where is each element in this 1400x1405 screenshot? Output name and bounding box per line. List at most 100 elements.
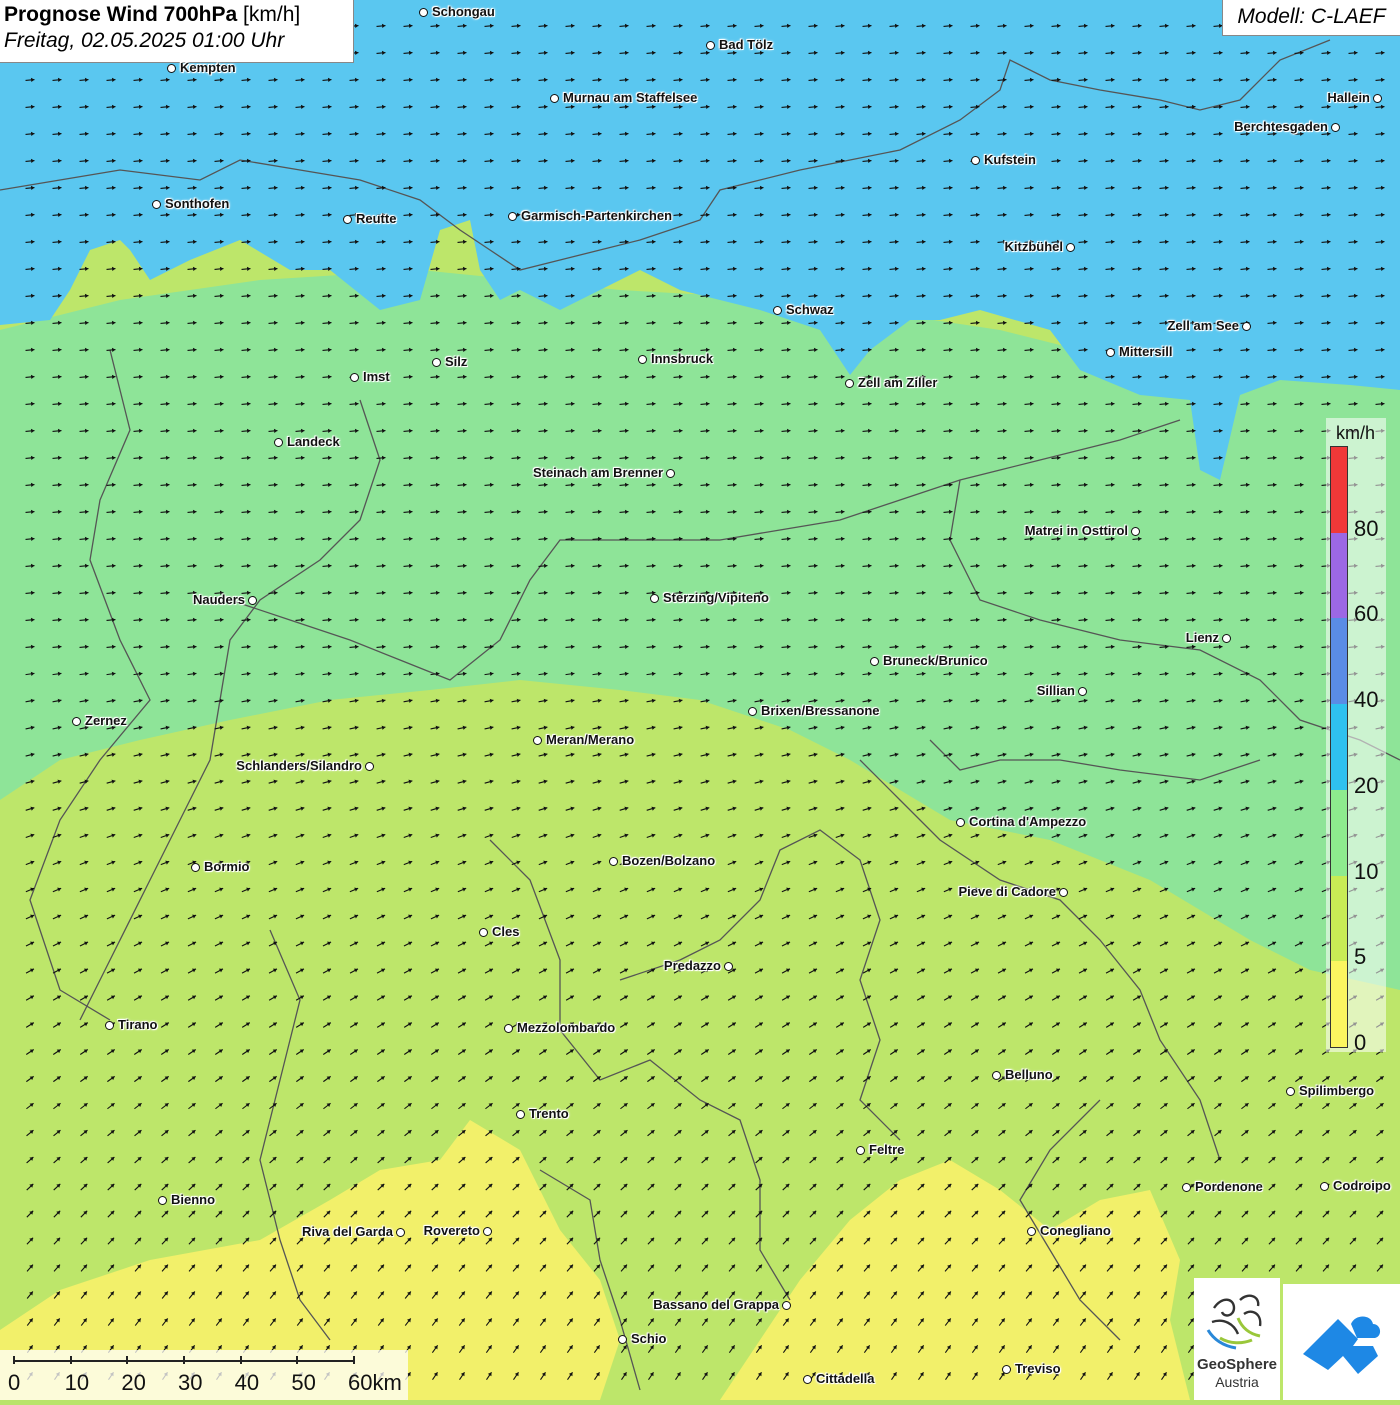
city-label: Imst <box>363 369 390 384</box>
legend-tick-label: 40 <box>1354 687 1378 713</box>
city-marker[interactable] <box>508 212 517 221</box>
city-marker[interactable] <box>1242 322 1251 331</box>
city-label: Steinach am Brenner <box>533 465 663 480</box>
city-marker[interactable] <box>1131 527 1140 536</box>
city-marker[interactable] <box>191 863 200 872</box>
city-marker[interactable] <box>803 1375 812 1384</box>
map-title: Prognose Wind 700hPa [km/h] <box>4 3 349 27</box>
city-label: Belluno <box>1005 1067 1053 1082</box>
city-marker[interactable] <box>167 64 176 73</box>
city-label: Schlanders/Silandro <box>236 758 362 773</box>
city-marker[interactable] <box>706 41 715 50</box>
city-marker[interactable] <box>1286 1087 1295 1096</box>
city-marker[interactable] <box>483 1227 492 1236</box>
city-marker[interactable] <box>845 379 854 388</box>
legend-tick-label: 20 <box>1354 773 1378 799</box>
city-marker[interactable] <box>1222 634 1231 643</box>
scale-tick <box>240 1356 242 1364</box>
city-marker[interactable] <box>158 1196 167 1205</box>
scale-label: 30 <box>178 1370 202 1396</box>
city-marker[interactable] <box>274 438 283 447</box>
scale-tick <box>70 1356 72 1364</box>
city-label: Tirano <box>118 1017 158 1032</box>
city-marker[interactable] <box>152 200 161 209</box>
city-marker[interactable] <box>956 818 965 827</box>
city-marker[interactable] <box>1027 1227 1036 1236</box>
city-marker[interactable] <box>550 94 559 103</box>
city-label: Predazzo <box>664 958 721 973</box>
city-marker[interactable] <box>248 596 257 605</box>
legend-colorbar <box>1330 446 1348 1048</box>
city-marker[interactable] <box>1331 123 1340 132</box>
city-label: Cles <box>492 924 519 939</box>
city-marker[interactable] <box>870 657 879 666</box>
title-box: Prognose Wind 700hPa [km/h] Freitag, 02.… <box>0 0 354 63</box>
city-label: Matrei in Osttirol <box>1025 523 1128 538</box>
logo-text-geosphere: GeoSphere <box>1194 1356 1280 1373</box>
city-marker[interactable] <box>72 717 81 726</box>
city-label: Nauders <box>193 592 245 607</box>
city-label: Pordenone <box>1195 1179 1263 1194</box>
city-label: Treviso <box>1015 1361 1061 1376</box>
legend-color-segment <box>1331 704 1347 790</box>
legend-unit: km/h <box>1336 423 1375 444</box>
city-label: Innsbruck <box>651 351 713 366</box>
city-label: Zernez <box>85 713 127 728</box>
city-marker[interactable] <box>516 1110 525 1119</box>
city-marker[interactable] <box>609 857 618 866</box>
scale-label: 40 <box>235 1370 259 1396</box>
city-marker[interactable] <box>856 1146 865 1155</box>
city-label: Berchtesgaden <box>1234 119 1328 134</box>
city-marker[interactable] <box>350 373 359 382</box>
city-marker[interactable] <box>1320 1182 1329 1191</box>
scale-tick <box>13 1356 15 1364</box>
city-label: Silz <box>445 354 467 369</box>
city-marker[interactable] <box>1059 888 1068 897</box>
city-label: Riva del Garda <box>302 1224 393 1239</box>
scale-label: 20 <box>121 1370 145 1396</box>
city-marker[interactable] <box>1066 243 1075 252</box>
city-label: Schio <box>631 1331 666 1346</box>
city-marker[interactable] <box>992 1071 1001 1080</box>
city-label: Reutte <box>356 211 396 226</box>
city-label: Trento <box>529 1106 569 1121</box>
city-marker[interactable] <box>724 962 733 971</box>
city-marker[interactable] <box>533 736 542 745</box>
city-marker[interactable] <box>1078 687 1087 696</box>
city-label: Bienno <box>171 1192 215 1207</box>
city-marker[interactable] <box>343 215 352 224</box>
legend-color-segment <box>1331 790 1347 876</box>
geosphere-logo[interactable]: GeoSphere Austria <box>1194 1278 1280 1400</box>
city-marker[interactable] <box>618 1335 627 1344</box>
city-label: Schongau <box>432 4 495 19</box>
model-label: Modell: C-LAEF <box>1222 0 1400 36</box>
scale-label: 10 <box>65 1370 89 1396</box>
city-marker[interactable] <box>782 1301 791 1310</box>
city-marker[interactable] <box>1002 1365 1011 1374</box>
city-marker[interactable] <box>773 306 782 315</box>
scale-label: 0 <box>8 1370 20 1396</box>
city-marker[interactable] <box>365 762 374 771</box>
city-marker[interactable] <box>1373 94 1382 103</box>
legend-color-segment <box>1331 618 1347 704</box>
city-label: Mezzolombardo <box>517 1020 615 1035</box>
scale-bar: 0102030405060km <box>0 1350 408 1400</box>
scale-tick <box>296 1356 298 1364</box>
app-logo[interactable] <box>1283 1284 1400 1400</box>
city-marker[interactable] <box>105 1021 114 1030</box>
city-marker[interactable] <box>650 594 659 603</box>
city-label: Spilimbergo <box>1299 1083 1374 1098</box>
city-marker[interactable] <box>396 1228 405 1237</box>
city-marker[interactable] <box>971 156 980 165</box>
city-label: Sterzing/Vipiteno <box>663 590 769 605</box>
city-marker[interactable] <box>432 358 441 367</box>
city-marker[interactable] <box>748 707 757 716</box>
city-marker[interactable] <box>1106 348 1115 357</box>
city-marker[interactable] <box>666 469 675 478</box>
city-marker[interactable] <box>1182 1183 1191 1192</box>
city-marker[interactable] <box>638 355 647 364</box>
city-marker[interactable] <box>504 1024 513 1033</box>
city-marker[interactable] <box>419 8 428 17</box>
city-marker[interactable] <box>479 928 488 937</box>
city-label: Bormio <box>204 859 250 874</box>
